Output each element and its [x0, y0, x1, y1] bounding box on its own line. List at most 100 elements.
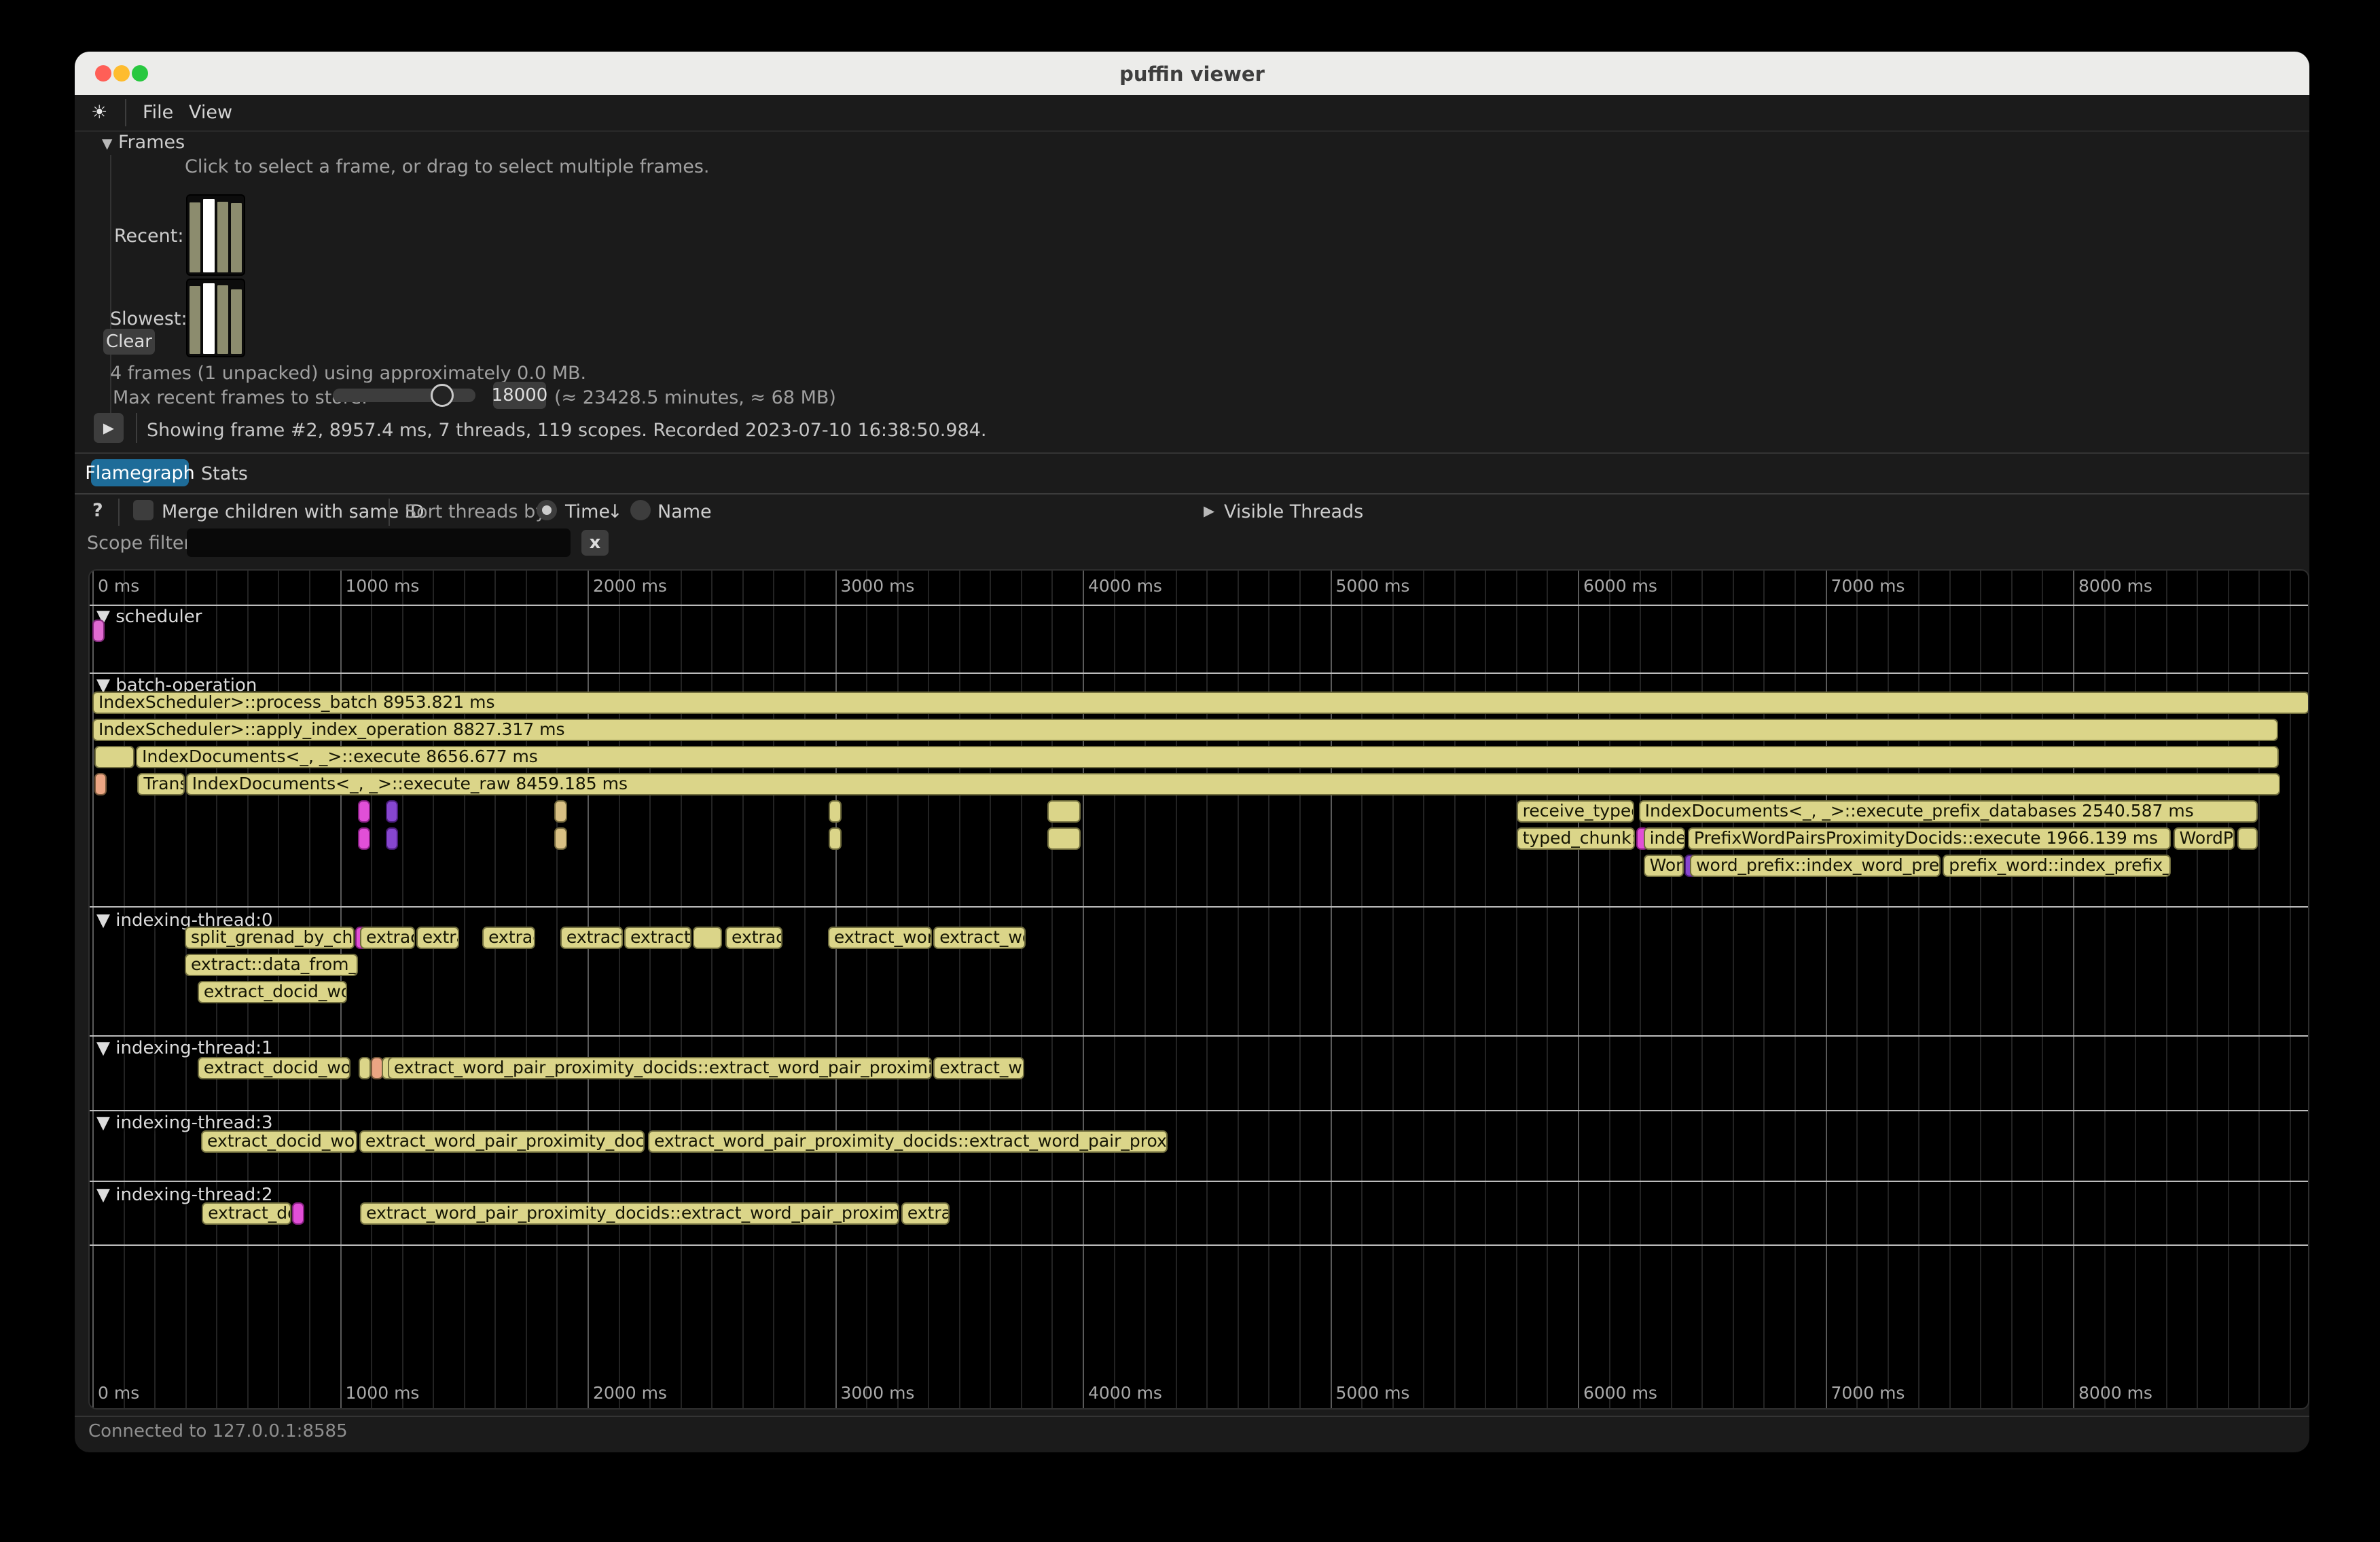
scope-bar[interactable] — [2237, 827, 2258, 850]
scope-bar[interactable]: WordPr — [2174, 827, 2235, 850]
section-separator — [90, 1181, 2308, 1182]
scope-bar[interactable] — [829, 800, 842, 823]
visible-threads-header[interactable]: Visible Threads — [1224, 501, 1363, 522]
merge-children-label[interactable]: Merge children with same ID — [162, 501, 425, 522]
frames-hint: Click to select a frame, or drag to sele… — [185, 156, 710, 177]
scope-bar[interactable]: prefix_word::index_prefix_wo — [1943, 855, 2170, 877]
scope-bar[interactable]: IndexScheduler>::apply_index_operation 8… — [92, 719, 2278, 741]
clear-button[interactable]: Clear — [103, 329, 155, 355]
scope-bar[interactable]: typed_chunk::w — [1517, 827, 1635, 850]
help-button[interactable]: ? — [92, 500, 103, 521]
scope-bar[interactable] — [359, 1057, 371, 1079]
frame-bar[interactable] — [217, 202, 228, 273]
recent-label: Recent: — [114, 226, 183, 247]
scope-bar[interactable] — [92, 620, 105, 642]
scope-bar[interactable] — [94, 746, 134, 768]
scope-bar[interactable]: index — [1644, 827, 1685, 850]
flamegraph-panel[interactable]: 0 ms0 ms1000 ms1000 ms2000 ms2000 ms3000… — [88, 569, 2309, 1410]
scope-bar[interactable] — [94, 773, 107, 795]
statusbar-divider — [75, 1416, 2309, 1417]
sort-time-label[interactable]: Time — [565, 501, 610, 522]
title-bar[interactable]: puffin viewer — [75, 52, 2309, 95]
frames-section-header[interactable]: ▼ Frames — [102, 132, 185, 153]
frame-bar[interactable] — [231, 203, 242, 272]
tab-stats[interactable]: Stats — [201, 463, 248, 484]
scope-bar[interactable] — [693, 927, 722, 949]
scope-bar[interactable]: word_prefix::index_word_prefix_ — [1690, 855, 1941, 877]
scope-bar[interactable]: extract_word_pair_proximity_docids::extr… — [388, 1057, 932, 1079]
scope-bar[interactable]: extract_doc — [202, 1202, 291, 1225]
scope-bar[interactable]: extract_wo — [933, 927, 1026, 949]
scope-bar[interactable]: receive_typed_ — [1517, 800, 1634, 823]
visible-threads-triangle-icon[interactable]: ▶ — [1204, 503, 1214, 519]
scope-bar[interactable]: Trans — [137, 773, 184, 795]
scope-filter-input[interactable] — [187, 528, 571, 557]
scope-bar[interactable]: IndexDocuments<_, _>::execute_raw 8459.1… — [186, 773, 2280, 795]
screen: puffin viewer ☀ File View ▼ Frames Click… — [0, 0, 2380, 1542]
scope-bar[interactable] — [1047, 800, 1081, 823]
thread-header-indexing-thread:1[interactable]: ▼ indexing-thread:1 — [96, 1038, 273, 1058]
scope-bar[interactable] — [554, 800, 567, 823]
frame-bar[interactable] — [217, 285, 228, 354]
scope-bar[interactable] — [358, 800, 370, 823]
play-button[interactable]: ▶ — [94, 413, 124, 443]
menu-view[interactable]: View — [189, 102, 232, 123]
max-frames-value[interactable]: 18000 — [493, 382, 546, 409]
frame-bar[interactable] — [231, 289, 242, 354]
frame-bar[interactable] — [203, 283, 214, 354]
scope-bar[interactable]: extract_word — [828, 927, 932, 949]
scope-bar[interactable] — [358, 827, 370, 850]
menu-file[interactable]: File — [143, 102, 173, 123]
scope-bar[interactable]: extract_word_pair_proximity_docids::extr… — [648, 1130, 1168, 1153]
frame-bar[interactable] — [190, 286, 200, 354]
recent-frames-thumbnail[interactable] — [186, 194, 245, 276]
scope-bar[interactable]: split_grenad_by_chun — [185, 927, 355, 949]
slider-handle[interactable] — [431, 384, 454, 407]
scope-bar[interactable]: IndexScheduler>::process_batch 8953.821 … — [92, 692, 2309, 714]
scope-bar[interactable]: extract_ — [624, 927, 691, 949]
ruler-tick-label: 7000 ms — [1831, 1383, 1905, 1403]
clear-filter-button[interactable]: x — [581, 530, 609, 556]
scope-bar[interactable]: PrefixWordPairsProximityDocids::execute … — [1688, 827, 2171, 850]
scope-bar[interactable]: extract_word_pair_proximity_docids — [359, 1130, 645, 1153]
scope-bar[interactable]: extract_word_pair_proximity_docids::extr… — [360, 1202, 899, 1225]
max-frames-slider[interactable] — [333, 389, 475, 402]
sort-name-radio[interactable] — [630, 500, 651, 520]
theme-toggle-icon[interactable]: ☀ — [91, 102, 107, 123]
scope-bar[interactable] — [386, 800, 398, 823]
showing-frame-text: Showing frame #2, 8957.4 ms, 7 threads, … — [147, 420, 987, 441]
scope-bar[interactable]: extrac — [482, 927, 535, 949]
scope-bar[interactable]: extract_ — [560, 927, 623, 949]
max-frames-label: Max recent frames to store: — [113, 387, 367, 408]
controls-divider-2 — [389, 499, 390, 526]
scope-bar[interactable]: extract_docid_word — [201, 1130, 357, 1153]
scope-bar[interactable] — [554, 827, 567, 850]
ruler-tick-label: 3000 ms — [841, 1383, 915, 1403]
sort-direction-arrow-icon[interactable]: ↓ — [607, 501, 623, 522]
scope-bar[interactable]: extract — [725, 927, 782, 949]
sort-time-radio[interactable] — [537, 500, 557, 520]
frame-bar[interactable] — [203, 199, 214, 272]
merge-children-checkbox[interactable] — [133, 500, 154, 520]
scope-bar[interactable] — [1047, 827, 1081, 850]
scope-bar[interactable]: extrac — [901, 1202, 950, 1225]
scope-bar[interactable]: extract — [360, 927, 415, 949]
scope-bar[interactable] — [386, 827, 398, 850]
frame-bar[interactable] — [190, 202, 200, 272]
thread-header-scheduler[interactable]: ▼ scheduler — [96, 607, 202, 627]
sort-name-label[interactable]: Name — [657, 501, 712, 522]
scope-bar[interactable]: Word — [1644, 855, 1684, 877]
scope-bar[interactable]: IndexDocuments<_, _>::execute 8656.677 m… — [136, 746, 2279, 768]
scope-bar[interactable]: extra — [416, 927, 459, 949]
tab-flamegraph[interactable]: Flamegraph — [91, 459, 189, 486]
collapse-triangle-icon: ▼ — [102, 135, 112, 151]
scope-bar[interactable]: extract::data_from_ob — [185, 954, 358, 976]
scope-bar[interactable] — [292, 1202, 304, 1225]
slowest-frames-thumbnail[interactable] — [186, 279, 245, 357]
frames-summary: 4 frames (1 unpacked) using approximatel… — [110, 363, 586, 384]
scope-bar[interactable]: extract_docid_word — [198, 981, 347, 1003]
scope-bar[interactable]: extract_docid_word — [198, 1057, 350, 1079]
scope-bar[interactable]: IndexDocuments<_, _>::execute_prefix_dat… — [1639, 800, 2258, 823]
scope-bar[interactable]: extract_wo — [933, 1057, 1024, 1079]
scope-bar[interactable] — [829, 827, 842, 850]
